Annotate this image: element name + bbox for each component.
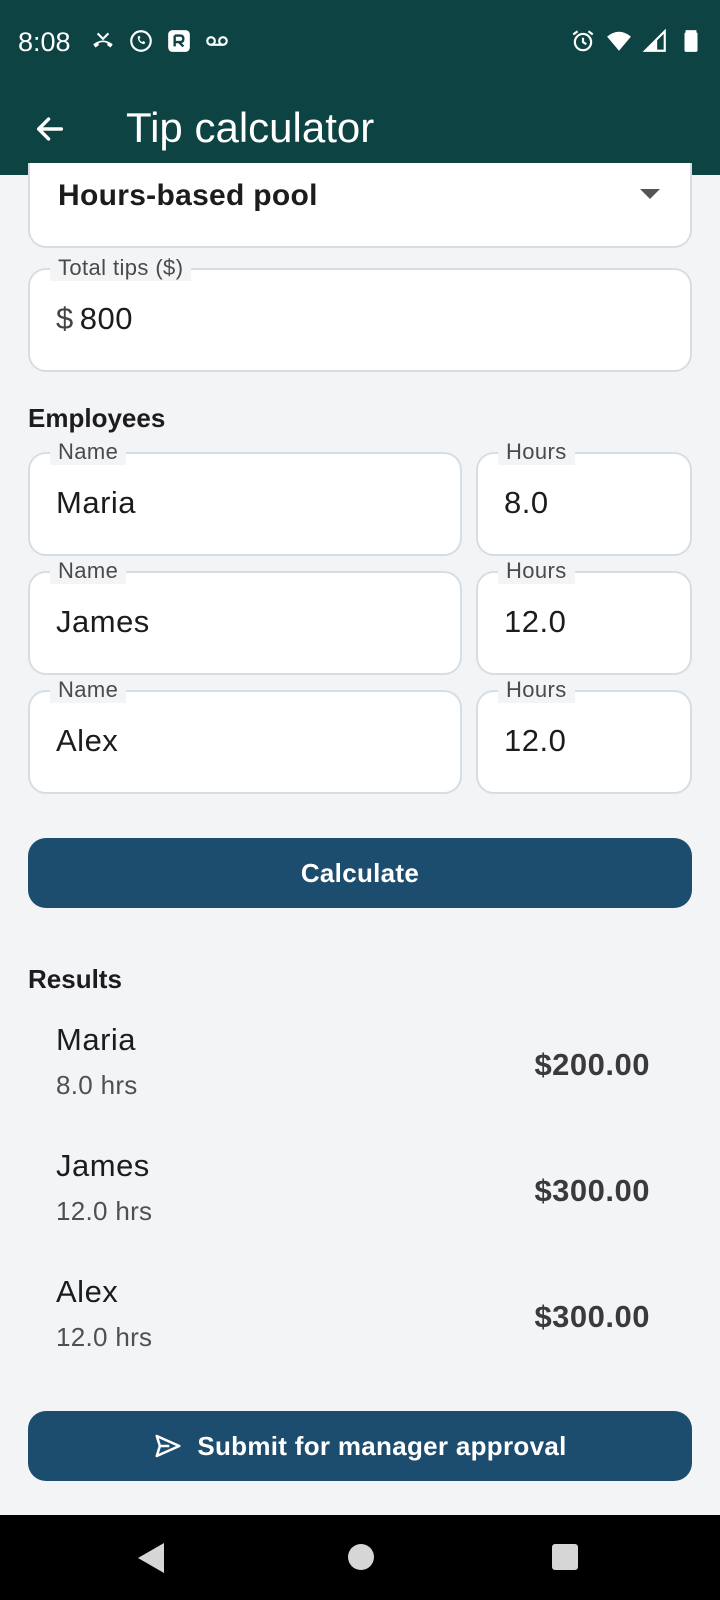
result-amount: $200.00 — [534, 1047, 650, 1082]
status-time: 8:08 — [18, 27, 71, 57]
employee-hours-value: 8.0 — [504, 485, 549, 520]
employee-hours-value: 12.0 — [504, 723, 567, 758]
total-tips-value-wrap: $800 — [56, 301, 133, 337]
name-label: Name — [50, 439, 127, 465]
result-amount: $300.00 — [534, 1299, 650, 1334]
submit-label: Submit for manager approval — [197, 1430, 567, 1461]
page-title: Tip calculator — [126, 104, 375, 151]
missed-call-icon — [90, 28, 116, 54]
split-method-value: Hours-based pool — [58, 179, 318, 212]
battery-icon — [678, 28, 704, 54]
currency-prefix: $ — [56, 301, 74, 336]
name-label: Name — [50, 558, 127, 584]
employees-heading: Employees — [28, 403, 166, 433]
employee-name-field[interactable]: Name Maria — [28, 439, 462, 556]
send-icon — [155, 1434, 181, 1458]
dropdown-arrow-icon — [640, 189, 660, 199]
voicemail-icon — [204, 28, 230, 54]
employee-name-value: Maria — [56, 485, 137, 520]
results-heading: Results — [28, 964, 122, 994]
alarm-icon — [570, 28, 596, 54]
hours-label: Hours — [498, 439, 575, 465]
status-left-icons — [90, 28, 230, 54]
total-tips-field[interactable]: Total tips ($) $800 — [28, 255, 692, 372]
employee-name-field[interactable]: Name Alex — [28, 677, 462, 794]
result-amount: $300.00 — [534, 1173, 650, 1208]
employee-hours-field[interactable]: Hours 12.0 — [476, 558, 692, 675]
app-badge-icon — [166, 28, 192, 54]
result-hours: 8.0 hrs — [56, 1070, 138, 1100]
result-name: James — [56, 1148, 150, 1183]
result-hours: 12.0 hrs — [56, 1196, 153, 1226]
result-row: Alex 12.0 hrs $300.00 — [56, 1274, 650, 1364]
whatsapp-icon — [128, 28, 154, 54]
employee-name-field[interactable]: Name James — [28, 558, 462, 675]
system-nav-bar — [0, 1515, 720, 1600]
employee-name-value: James — [56, 604, 150, 639]
result-name: Alex — [56, 1274, 119, 1309]
submit-approval-button[interactable]: Submit for manager approval — [28, 1411, 692, 1481]
wifi-icon — [606, 28, 632, 54]
employee-name-value: Alex — [56, 723, 119, 758]
name-label: Name — [50, 677, 127, 703]
result-name: Maria — [56, 1022, 137, 1057]
app-bar: Tip calculator — [0, 86, 720, 175]
status-bar: 8:08 — [0, 0, 720, 86]
result-hours: 12.0 hrs — [56, 1322, 153, 1352]
status-right-icons — [570, 28, 704, 54]
employee-hours-value: 12.0 — [504, 604, 567, 639]
nav-back-icon[interactable] — [138, 1543, 164, 1573]
hours-label: Hours — [498, 558, 575, 584]
result-row: Maria 8.0 hrs $200.00 — [56, 1022, 650, 1112]
result-row: James 12.0 hrs $300.00 — [56, 1148, 650, 1238]
employee-hours-field[interactable]: Hours 12.0 — [476, 677, 692, 794]
calculate-button[interactable]: Calculate — [28, 838, 692, 908]
back-button[interactable] — [28, 107, 72, 151]
employee-hours-field[interactable]: Hours 8.0 — [476, 439, 692, 556]
hours-label: Hours — [498, 677, 575, 703]
nav-home-icon[interactable] — [348, 1544, 374, 1570]
total-tips-value: 800 — [79, 301, 133, 336]
total-tips-label: Total tips ($) — [50, 255, 192, 281]
nav-recents-icon[interactable] — [552, 1544, 578, 1570]
split-method-dropdown[interactable]: Hours-based pool — [28, 163, 692, 248]
arrow-back-icon — [36, 117, 64, 141]
signal-icon — [642, 28, 668, 54]
